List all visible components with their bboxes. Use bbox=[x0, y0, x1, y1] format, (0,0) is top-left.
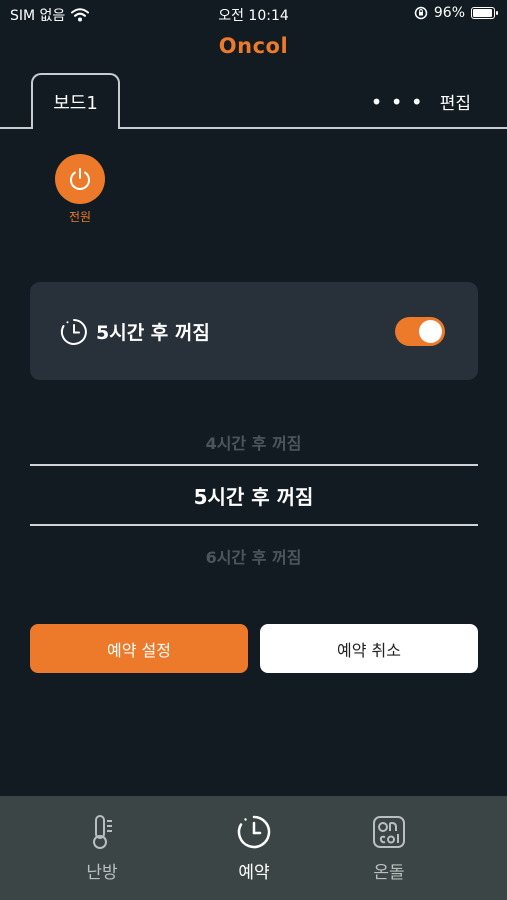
cancel-reservation-button[interactable]: 예약 취소 bbox=[260, 624, 478, 673]
picker-option-next[interactable]: 6시간 후 꺼짐 bbox=[0, 544, 507, 568]
battery-icon bbox=[471, 7, 498, 19]
tab-board-1[interactable]: 보드1 bbox=[31, 73, 120, 129]
nav-ondol[interactable]: 온돌 bbox=[344, 814, 434, 883]
status-right: 96% bbox=[414, 5, 498, 21]
app-logo: Oncol bbox=[218, 34, 289, 58]
set-reservation-button[interactable]: 예약 설정 bbox=[30, 624, 248, 673]
orientation-lock-icon bbox=[414, 6, 428, 20]
status-bar: SIM 없음 오전 10:14 96% bbox=[0, 0, 507, 30]
timer-toggle[interactable] bbox=[395, 317, 445, 346]
power-icon bbox=[70, 168, 90, 190]
nav-label-ondol: 온돌 bbox=[373, 863, 405, 883]
board-tabbar: 보드1 • • • 편집 bbox=[0, 73, 507, 129]
thermometer-icon bbox=[93, 815, 112, 849]
nav-heating[interactable]: 난방 bbox=[57, 814, 147, 883]
picker-option-prev[interactable]: 4시간 후 꺼짐 bbox=[0, 430, 507, 454]
nav-label-heating: 난방 bbox=[86, 863, 118, 883]
timer-card: 5시간 후 꺼짐 bbox=[30, 282, 478, 380]
timer-icon bbox=[60, 319, 87, 345]
power-button[interactable] bbox=[55, 154, 105, 204]
tab-actions: • • • 편집 bbox=[371, 89, 471, 115]
edit-button[interactable]: 편집 bbox=[440, 89, 471, 114]
nav-reservation[interactable]: 예약 bbox=[209, 814, 299, 883]
tab-mask bbox=[33, 126, 118, 129]
timer-title: 5시간 후 꺼짐 bbox=[96, 322, 210, 344]
picker-line-top bbox=[30, 464, 478, 466]
timer-icon bbox=[237, 815, 271, 849]
toggle-knob bbox=[419, 320, 442, 343]
more-icon[interactable]: • • • bbox=[371, 90, 424, 114]
bottom-nav: 난방 예약 온돌 bbox=[0, 796, 507, 900]
battery-percent: 96% bbox=[433, 5, 465, 21]
picker-option-selected[interactable]: 5시간 후 꺼짐 bbox=[0, 481, 507, 510]
battery-fill bbox=[473, 9, 493, 17]
oncol-logo-icon bbox=[373, 816, 405, 848]
power-label: 전원 bbox=[68, 210, 92, 224]
nav-label-reservation: 예약 bbox=[238, 863, 270, 883]
power-control: 전원 bbox=[55, 154, 105, 225]
picker-line-bottom bbox=[30, 524, 478, 526]
